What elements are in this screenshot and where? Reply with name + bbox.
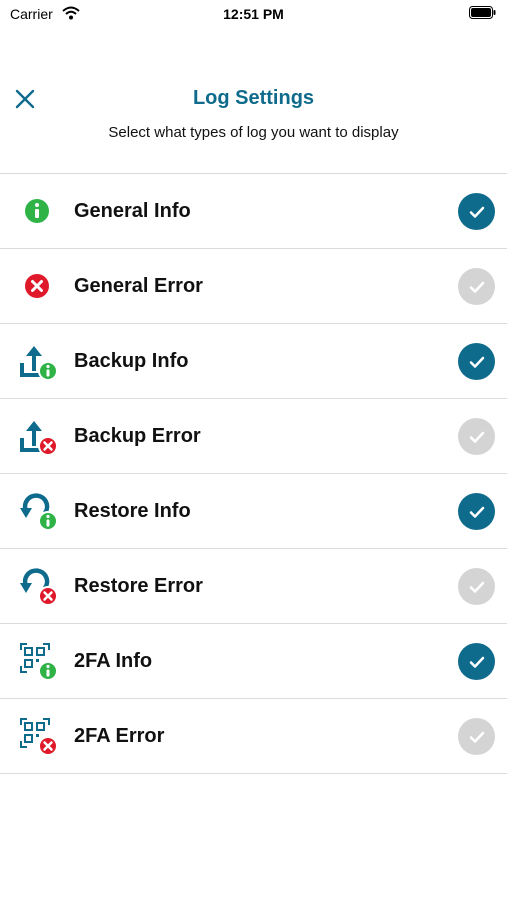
log-row-label: 2FA Error bbox=[74, 725, 165, 747]
log-row-backup-error[interactable]: Backup Error bbox=[0, 399, 507, 474]
page-title: Log Settings bbox=[192, 87, 315, 109]
backup-error-icon bbox=[18, 416, 58, 456]
log-row-2fa-info[interactable]: 2FA Info bbox=[0, 624, 507, 699]
log-row-label: General Info bbox=[74, 200, 191, 222]
log-row-label: 2FA Info bbox=[74, 650, 153, 672]
log-type-list: General Info General Error Backup Info B… bbox=[0, 173, 507, 774]
log-row-label: Backup Info bbox=[74, 350, 189, 372]
checkmark-icon[interactable] bbox=[458, 268, 495, 305]
checkmark-icon[interactable] bbox=[458, 193, 495, 230]
checkmark-icon[interactable] bbox=[458, 418, 495, 455]
status-bar: Carrier 12:51 PM bbox=[0, 0, 507, 30]
info-circle-icon bbox=[18, 191, 58, 231]
log-row-label: Backup Error bbox=[74, 425, 201, 447]
backup-info-icon bbox=[18, 341, 58, 381]
clock: 12:51 PM bbox=[223, 6, 284, 22]
log-row-restore-info[interactable]: Restore Info bbox=[0, 474, 507, 549]
log-row-label: Restore Info bbox=[74, 500, 191, 522]
log-row-restore-error[interactable]: Restore Error bbox=[0, 549, 507, 624]
checkmark-icon[interactable] bbox=[458, 493, 495, 530]
checkmark-icon[interactable] bbox=[458, 343, 495, 380]
error-circle-icon bbox=[18, 266, 58, 306]
qr-info-icon bbox=[18, 641, 58, 681]
battery-icon bbox=[469, 6, 497, 19]
checkmark-icon[interactable] bbox=[458, 718, 495, 755]
log-row-label: Restore Error bbox=[74, 575, 203, 597]
restore-error-icon bbox=[18, 566, 58, 606]
restore-info-icon bbox=[18, 491, 58, 531]
log-row-general-error[interactable]: General Error bbox=[0, 249, 507, 324]
qr-error-icon bbox=[18, 716, 58, 756]
log-row-2fa-error[interactable]: 2FA Error bbox=[0, 699, 507, 774]
log-row-backup-info[interactable]: Backup Info bbox=[0, 324, 507, 399]
log-row-general-info[interactable]: General Info bbox=[0, 174, 507, 249]
log-row-label: General Error bbox=[74, 275, 203, 297]
checkmark-icon[interactable] bbox=[458, 568, 495, 605]
page-subtitle: Select what types of log you want to dis… bbox=[108, 124, 399, 141]
checkmark-icon[interactable] bbox=[458, 643, 495, 680]
